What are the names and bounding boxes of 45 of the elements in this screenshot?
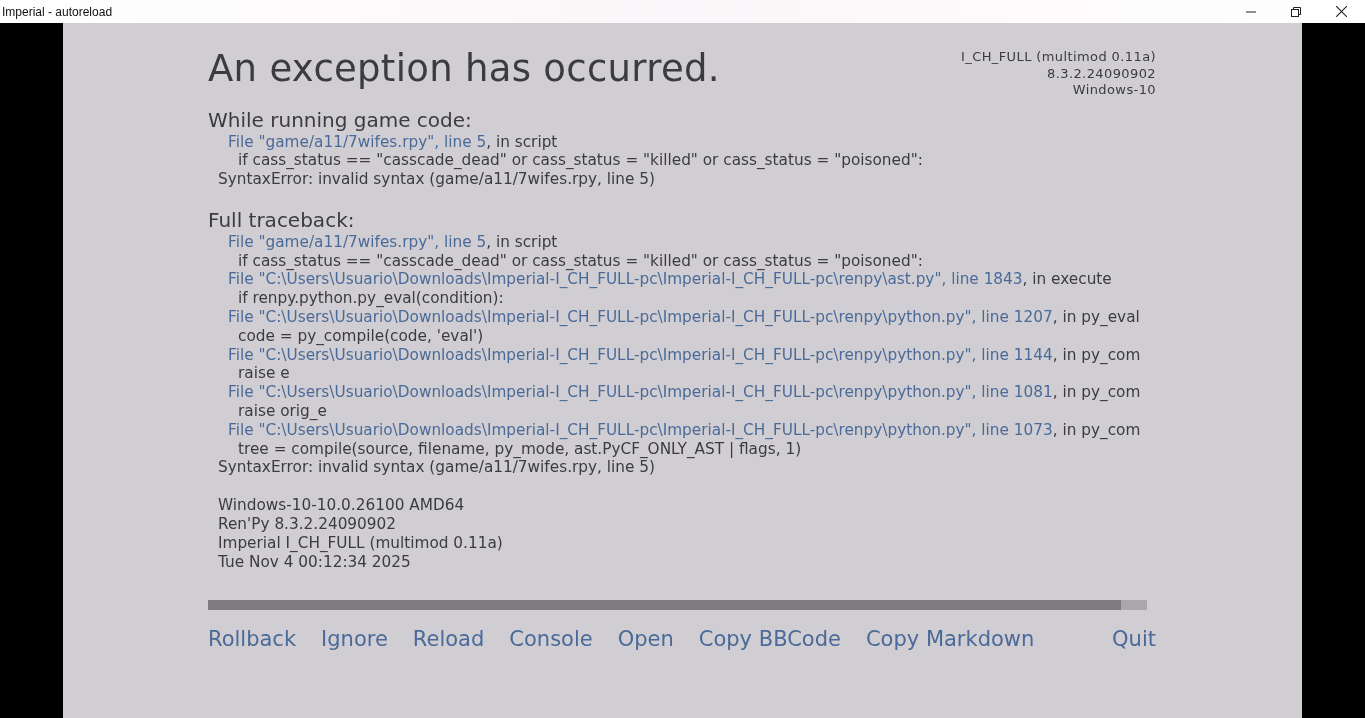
action-button[interactable]: Reload bbox=[412, 624, 485, 653]
error-message: SyntaxError: invalid syntax (game/a11/7wifes.rpy, line 5) bbox=[217, 458, 656, 478]
action-button[interactable]: Copy Markdown bbox=[865, 624, 1035, 653]
close-icon[interactable] bbox=[1336, 6, 1347, 17]
code-line: raise e bbox=[237, 364, 291, 384]
traceback-file-line: File "C:\Users\Usuario\Downloads\Imperial-I_CH_FULL-pc\Imperial-I_CH_FULL-pc\renpy\ast.py", line 1843, in execute bbox=[227, 270, 1113, 290]
error-message: SyntaxError: invalid syntax (game/a11/7wifes.rpy, line 5) bbox=[217, 170, 656, 189]
action-button[interactable]: Console bbox=[509, 624, 593, 653]
traceback-file-line: File "game/a11/7wifes.rpy", line 5, in script bbox=[227, 132, 559, 152]
system-info-line: Tue Nov 4 00:12:34 2025 bbox=[217, 552, 412, 572]
horizontal-scrollbar[interactable] bbox=[208, 599, 1147, 610]
action-button[interactable]: Rollback bbox=[208, 624, 297, 653]
traceback-file-line: File "game/a11/7wifes.rpy", line 5, in script bbox=[227, 232, 559, 252]
action-button[interactable]: Ignore bbox=[321, 624, 388, 653]
file-link[interactable]: File "C:\Users\Usuario\Downloads\Imperial-I_CH_FULL-pc\Imperial-I_CH_FULL-pc\renpy\ast.py", line 1843 bbox=[228, 270, 1023, 289]
version-info: I_CH_FULL (multimod 0.11a) bbox=[961, 49, 1156, 66]
traceback-file-line: File "C:\Users\Usuario\Downloads\Imperial-I_CH_FULL-pc\Imperial-I_CH_FULL-pc\renpy\python.py", line 1144, in py_com bbox=[227, 345, 1142, 365]
code-line: raise orig_e bbox=[237, 402, 328, 421]
window-title: Imperial - autoreload bbox=[1, 4, 113, 19]
file-link[interactable]: File "game/a11/7wifes.rpy", line 5 bbox=[228, 232, 487, 251]
file-link[interactable]: File "C:\Users\Usuario\Downloads\Imperial-I_CH_FULL-pc\Imperial-I_CH_FULL-pc\renpy\python.py", line 1207 bbox=[228, 308, 1053, 327]
restore-icon[interactable] bbox=[1291, 6, 1301, 17]
exception-title: An exception has occurred. bbox=[208, 47, 720, 91]
traceback-file-line: File "C:\Users\Usuario\Downloads\Imperial-I_CH_FULL-pc\Imperial-I_CH_FULL-pc\renpy\python.py", line 1207, in py_eval bbox=[227, 308, 1141, 327]
system-info-line: Windows-10-10.0.26100 AMD64 bbox=[217, 496, 466, 516]
system-info-line: Ren'Py 8.3.2.24090902 bbox=[217, 515, 398, 534]
code-line: code = py_compile(code, 'eval') bbox=[237, 326, 485, 346]
version-info: 8.3.2.24090902 bbox=[1047, 65, 1156, 82]
code-line: if cass_status == "casscade_dead" or cass_status = "killed" or cass_status = "poisoned": bbox=[237, 251, 924, 271]
system-info-line: Imperial I_CH_FULL (multimod 0.11a) bbox=[217, 533, 504, 553]
file-link[interactable]: File "C:\Users\Usuario\Downloads\Imperial-I_CH_FULL-pc\Imperial-I_CH_FULL-pc\renpy\python.py", line 1144 bbox=[228, 345, 1053, 364]
section-heading: Full traceback: bbox=[208, 206, 356, 233]
file-link[interactable]: File "C:\Users\Usuario\Downloads\Imperial-I_CH_FULL-pc\Imperial-I_CH_FULL-pc\renpy\python.py", line 1073 bbox=[228, 420, 1053, 439]
action-button[interactable]: Open bbox=[617, 624, 674, 653]
file-link[interactable]: File "game/a11/7wifes.rpy", line 5 bbox=[228, 132, 487, 151]
version-info: Windows-10 bbox=[1072, 82, 1156, 99]
traceback-file-line: File "C:\Users\Usuario\Downloads\Imperial-I_CH_FULL-pc\Imperial-I_CH_FULL-pc\renpy\python.py", line 1081, in py_com bbox=[227, 383, 1142, 403]
action-button[interactable]: Copy BBCode bbox=[698, 624, 841, 653]
code-line: tree = compile(source, filename, py_mode, ast.PyCF_ONLY_AST | flags, 1) bbox=[237, 439, 803, 459]
section-heading: While running game code: bbox=[208, 106, 473, 133]
code-line: if renpy.python.py_eval(condition): bbox=[237, 289, 505, 309]
code-line: if cass_status == "casscade_dead" or cass_status = "killed" or cass_status = "poisoned": bbox=[237, 151, 924, 171]
action-button[interactable]: Quit bbox=[1112, 624, 1156, 653]
file-link[interactable]: File "C:\Users\Usuario\Downloads\Imperial-I_CH_FULL-pc\Imperial-I_CH_FULL-pc\renpy\python.py", line 1081 bbox=[228, 383, 1053, 402]
traceback-file-line: File "C:\Users\Usuario\Downloads\Imperial-I_CH_FULL-pc\Imperial-I_CH_FULL-pc\renpy\python.py", line 1073, in py_com bbox=[227, 420, 1142, 440]
